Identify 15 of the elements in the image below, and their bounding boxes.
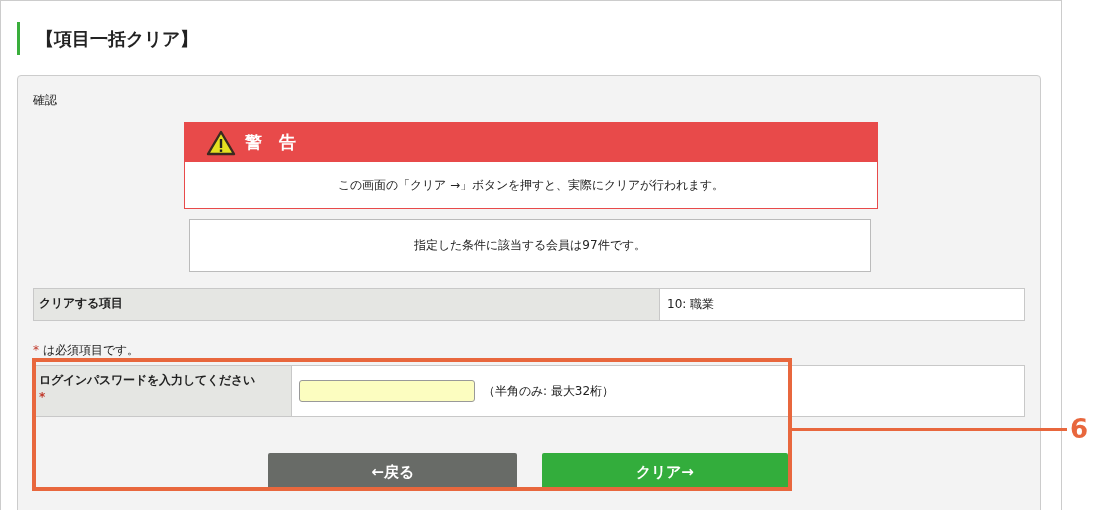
warning-message: この画面の「クリア →」ボタンを押すと、実際にクリアが行われます。	[338, 176, 724, 194]
required-mark: *	[33, 343, 39, 357]
required-note: は必須項目です。	[42, 343, 139, 357]
warning-heading: 警 告	[245, 131, 296, 154]
member-count-message: 指定した条件に該当する会員は97件です。	[414, 237, 646, 254]
password-field[interactable]	[299, 380, 475, 402]
table-cell: 10: 職業	[660, 289, 1024, 320]
page-title: 【項目一括クリア】	[17, 22, 1041, 55]
callout-number: 6	[1070, 413, 1089, 445]
warning-icon	[206, 129, 236, 156]
table-header-cell: クリアする項目	[34, 289, 660, 320]
section-label: 確認	[33, 92, 58, 109]
password-hint: （半角のみ: 最大32桁）	[483, 382, 615, 400]
password-label: ログインパスワードを入力してください	[39, 373, 255, 387]
required-mark: *	[39, 390, 46, 404]
